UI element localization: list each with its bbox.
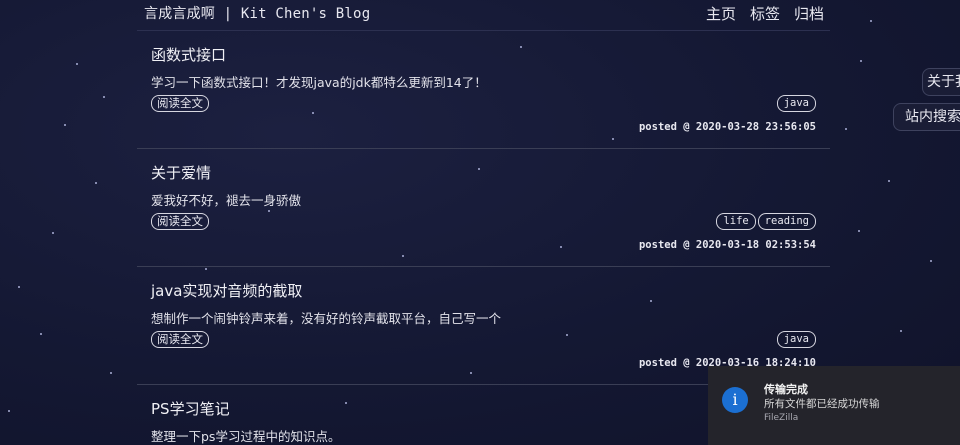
post-card: 关于爱情 爱我好不好，褪去一身骄傲 阅读全文 life reading post… (137, 148, 830, 267)
info-icon: i (722, 387, 748, 413)
post-summary: 想制作一个闹钟铃声来着，没有好的铃声截取平台，自己写一个 (151, 311, 502, 326)
post-title[interactable]: 关于爱情 (151, 162, 211, 183)
site-title[interactable]: 言成言成啊 | Kit Chen's Blog (144, 3, 370, 23)
read-more-button[interactable]: 阅读全文 (151, 213, 209, 230)
post-title[interactable]: PS学习笔记 (151, 398, 230, 419)
nav-archive[interactable]: 归档 (794, 3, 824, 24)
post-date: posted @ 2020-03-18 02:53:54 (638, 239, 816, 251)
post-date: posted @ 2020-03-28 23:56:05 (638, 121, 816, 133)
tag-java[interactable]: java (776, 331, 816, 348)
notification-app-name: FileZilla (764, 413, 799, 423)
about-me-button[interactable]: 关于我 (922, 68, 960, 96)
notification-message: 所有文件都已经成功传输 (764, 398, 880, 410)
site-search-button[interactable]: 站内搜索 (893, 103, 960, 131)
post-tags: java (776, 331, 816, 348)
read-more-button[interactable]: 阅读全文 (151, 331, 209, 348)
post-tags: life reading (716, 213, 816, 230)
tag-java[interactable]: java (776, 95, 816, 112)
notification-title: 传输完成 (764, 383, 808, 396)
nav-home[interactable]: 主页 (706, 3, 736, 24)
transfer-complete-notification[interactable]: i 传输完成 所有文件都已经成功传输 FileZilla (708, 366, 960, 445)
post-tags: java (776, 95, 816, 112)
site-header: 言成言成啊 | Kit Chen's Blog 主页 标签 归档 (137, 0, 830, 31)
nav-tags[interactable]: 标签 (750, 3, 780, 24)
post-title[interactable]: 函数式接口 (151, 44, 226, 65)
post-summary: 学习一下函数式接口！才发现java的jdk都特么更新到14了！ (151, 75, 487, 90)
post-summary: 爱我好不好，褪去一身骄傲 (151, 193, 302, 208)
post-summary: 整理一下ps学习过程中的知识点。 (151, 429, 341, 444)
tag-reading[interactable]: reading (757, 213, 816, 230)
main-nav: 主页 标签 归档 (706, 3, 824, 24)
post-card: 函数式接口 学习一下函数式接口！才发现java的jdk都特么更新到14了！ 阅读… (137, 30, 830, 149)
read-more-button[interactable]: 阅读全文 (151, 95, 209, 112)
blog-page: 言成言成啊 | Kit Chen's Blog 主页 标签 归档 函数式接口 学… (0, 0, 960, 445)
post-title[interactable]: java实现对音频的截取 (151, 280, 302, 301)
tag-life[interactable]: life (716, 213, 756, 230)
